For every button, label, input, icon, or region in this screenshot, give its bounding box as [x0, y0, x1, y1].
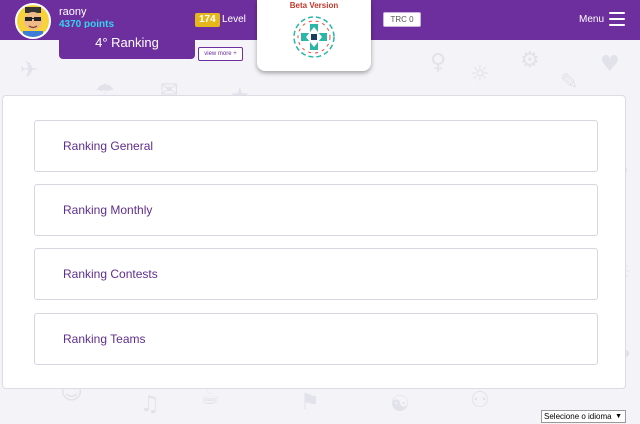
avatar-face-icon — [23, 7, 43, 37]
ranking-teams-item[interactable]: Ranking Teams — [34, 313, 598, 365]
ranking-monthly-item[interactable]: Ranking Monthly — [34, 184, 598, 236]
ranking-position-tab: 4° Ranking — [59, 28, 195, 59]
ranking-item-label: Ranking Monthly — [63, 203, 153, 217]
dropdown-arrow-icon: ▼ — [615, 413, 622, 420]
ranking-item-label: Ranking General — [63, 139, 154, 153]
menu-label[interactable]: Menu — [579, 14, 604, 25]
ranking-item-label: Ranking Teams — [63, 332, 146, 346]
beta-version-label: Beta Version — [289, 1, 339, 10]
level-badge: 174 — [195, 13, 220, 27]
rankings-panel: Ranking General Ranking Monthly Ranking … — [2, 95, 626, 389]
user-avatar[interactable] — [15, 3, 51, 39]
app-logo-icon — [293, 16, 335, 58]
view-more-button[interactable]: view more + — [198, 47, 243, 61]
beta-card: Beta Version — [257, 0, 371, 71]
user-name: raony — [59, 6, 87, 18]
language-select[interactable]: Selecione o idioma ▼ — [541, 410, 626, 423]
ranking-item-label: Ranking Contests — [63, 267, 158, 281]
hamburger-menu-icon[interactable] — [609, 12, 625, 26]
language-select-value: Selecione o idioma — [544, 412, 612, 421]
trc-button[interactable]: TRC 0 — [383, 12, 421, 27]
level-label: Level — [222, 14, 246, 25]
ranking-contests-item[interactable]: Ranking Contests — [34, 248, 598, 300]
ranking-general-item[interactable]: Ranking General — [34, 120, 598, 172]
